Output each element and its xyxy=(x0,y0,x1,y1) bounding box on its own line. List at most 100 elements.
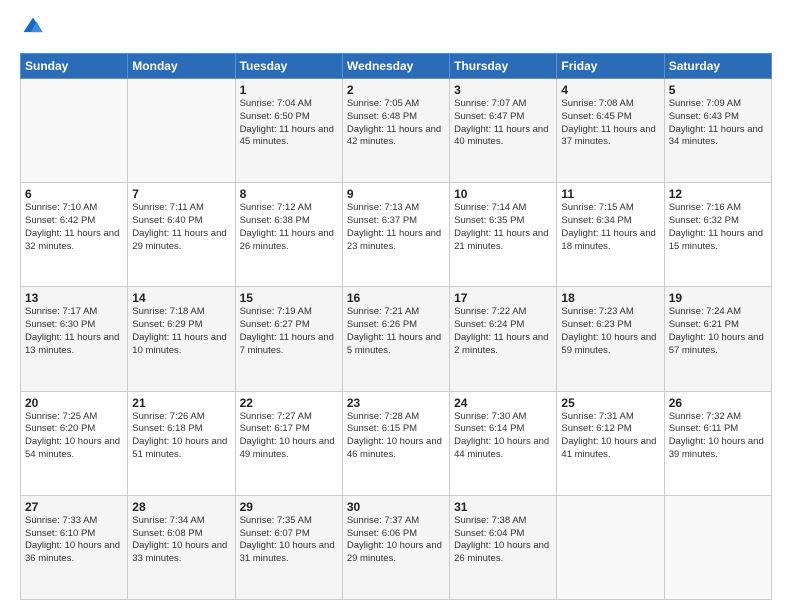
day-info: Sunrise: 7:14 AM Sunset: 6:35 PM Dayligh… xyxy=(454,202,552,253)
day-info: Sunrise: 7:12 AM Sunset: 6:38 PM Dayligh… xyxy=(240,202,338,253)
calendar-day: 7Sunrise: 7:11 AM Sunset: 6:40 PM Daylig… xyxy=(128,183,235,287)
day-number: 27 xyxy=(25,500,123,514)
day-number: 7 xyxy=(132,187,230,201)
day-number: 6 xyxy=(25,187,123,201)
day-number: 8 xyxy=(240,187,338,201)
calendar-day: 3Sunrise: 7:07 AM Sunset: 6:47 PM Daylig… xyxy=(450,79,557,183)
calendar-header-friday: Friday xyxy=(557,54,664,79)
logo xyxy=(20,16,46,43)
calendar-day: 18Sunrise: 7:23 AM Sunset: 6:23 PM Dayli… xyxy=(557,287,664,391)
calendar-day: 25Sunrise: 7:31 AM Sunset: 6:12 PM Dayli… xyxy=(557,391,664,495)
day-info: Sunrise: 7:35 AM Sunset: 6:07 PM Dayligh… xyxy=(240,515,338,566)
calendar-header-wednesday: Wednesday xyxy=(342,54,449,79)
day-number: 18 xyxy=(561,291,659,305)
day-info: Sunrise: 7:11 AM Sunset: 6:40 PM Dayligh… xyxy=(132,202,230,253)
calendar-week-1: 1Sunrise: 7:04 AM Sunset: 6:50 PM Daylig… xyxy=(21,79,772,183)
day-number: 24 xyxy=(454,396,552,410)
calendar-day: 15Sunrise: 7:19 AM Sunset: 6:27 PM Dayli… xyxy=(235,287,342,391)
day-info: Sunrise: 7:24 AM Sunset: 6:21 PM Dayligh… xyxy=(669,306,767,357)
calendar-header-thursday: Thursday xyxy=(450,54,557,79)
page: SundayMondayTuesdayWednesdayThursdayFrid… xyxy=(0,0,792,612)
day-info: Sunrise: 7:32 AM Sunset: 6:11 PM Dayligh… xyxy=(669,411,767,462)
calendar-day: 28Sunrise: 7:34 AM Sunset: 6:08 PM Dayli… xyxy=(128,495,235,599)
day-number: 26 xyxy=(669,396,767,410)
day-info: Sunrise: 7:22 AM Sunset: 6:24 PM Dayligh… xyxy=(454,306,552,357)
calendar-day: 2Sunrise: 7:05 AM Sunset: 6:48 PM Daylig… xyxy=(342,79,449,183)
calendar-table: SundayMondayTuesdayWednesdayThursdayFrid… xyxy=(20,53,772,600)
day-info: Sunrise: 7:28 AM Sunset: 6:15 PM Dayligh… xyxy=(347,411,445,462)
calendar-day: 29Sunrise: 7:35 AM Sunset: 6:07 PM Dayli… xyxy=(235,495,342,599)
day-number: 4 xyxy=(561,83,659,97)
day-info: Sunrise: 7:34 AM Sunset: 6:08 PM Dayligh… xyxy=(132,515,230,566)
calendar-day: 23Sunrise: 7:28 AM Sunset: 6:15 PM Dayli… xyxy=(342,391,449,495)
calendar-day: 5Sunrise: 7:09 AM Sunset: 6:43 PM Daylig… xyxy=(664,79,771,183)
calendar-day: 8Sunrise: 7:12 AM Sunset: 6:38 PM Daylig… xyxy=(235,183,342,287)
day-info: Sunrise: 7:10 AM Sunset: 6:42 PM Dayligh… xyxy=(25,202,123,253)
day-info: Sunrise: 7:38 AM Sunset: 6:04 PM Dayligh… xyxy=(454,515,552,566)
day-number: 5 xyxy=(669,83,767,97)
calendar-week-3: 13Sunrise: 7:17 AM Sunset: 6:30 PM Dayli… xyxy=(21,287,772,391)
day-number: 23 xyxy=(347,396,445,410)
day-number: 17 xyxy=(454,291,552,305)
day-info: Sunrise: 7:09 AM Sunset: 6:43 PM Dayligh… xyxy=(669,98,767,149)
calendar-day xyxy=(557,495,664,599)
day-info: Sunrise: 7:16 AM Sunset: 6:32 PM Dayligh… xyxy=(669,202,767,253)
calendar-day xyxy=(21,79,128,183)
calendar-day xyxy=(128,79,235,183)
day-info: Sunrise: 7:23 AM Sunset: 6:23 PM Dayligh… xyxy=(561,306,659,357)
day-info: Sunrise: 7:21 AM Sunset: 6:26 PM Dayligh… xyxy=(347,306,445,357)
calendar-header-monday: Monday xyxy=(128,54,235,79)
day-number: 30 xyxy=(347,500,445,514)
day-info: Sunrise: 7:19 AM Sunset: 6:27 PM Dayligh… xyxy=(240,306,338,357)
calendar-day: 6Sunrise: 7:10 AM Sunset: 6:42 PM Daylig… xyxy=(21,183,128,287)
day-info: Sunrise: 7:08 AM Sunset: 6:45 PM Dayligh… xyxy=(561,98,659,149)
calendar-header-row: SundayMondayTuesdayWednesdayThursdayFrid… xyxy=(21,54,772,79)
calendar-day: 27Sunrise: 7:33 AM Sunset: 6:10 PM Dayli… xyxy=(21,495,128,599)
calendar-day xyxy=(664,495,771,599)
day-info: Sunrise: 7:27 AM Sunset: 6:17 PM Dayligh… xyxy=(240,411,338,462)
calendar-header-sunday: Sunday xyxy=(21,54,128,79)
day-number: 19 xyxy=(669,291,767,305)
calendar-day: 4Sunrise: 7:08 AM Sunset: 6:45 PM Daylig… xyxy=(557,79,664,183)
day-info: Sunrise: 7:04 AM Sunset: 6:50 PM Dayligh… xyxy=(240,98,338,149)
calendar-day: 30Sunrise: 7:37 AM Sunset: 6:06 PM Dayli… xyxy=(342,495,449,599)
calendar-week-5: 27Sunrise: 7:33 AM Sunset: 6:10 PM Dayli… xyxy=(21,495,772,599)
calendar-week-2: 6Sunrise: 7:10 AM Sunset: 6:42 PM Daylig… xyxy=(21,183,772,287)
calendar-day: 11Sunrise: 7:15 AM Sunset: 6:34 PM Dayli… xyxy=(557,183,664,287)
logo-icon xyxy=(22,16,44,38)
day-info: Sunrise: 7:30 AM Sunset: 6:14 PM Dayligh… xyxy=(454,411,552,462)
day-number: 9 xyxy=(347,187,445,201)
day-number: 15 xyxy=(240,291,338,305)
day-info: Sunrise: 7:13 AM Sunset: 6:37 PM Dayligh… xyxy=(347,202,445,253)
day-number: 14 xyxy=(132,291,230,305)
calendar-day: 12Sunrise: 7:16 AM Sunset: 6:32 PM Dayli… xyxy=(664,183,771,287)
day-number: 29 xyxy=(240,500,338,514)
calendar-header-saturday: Saturday xyxy=(664,54,771,79)
day-number: 11 xyxy=(561,187,659,201)
day-info: Sunrise: 7:15 AM Sunset: 6:34 PM Dayligh… xyxy=(561,202,659,253)
calendar-day: 16Sunrise: 7:21 AM Sunset: 6:26 PM Dayli… xyxy=(342,287,449,391)
day-number: 20 xyxy=(25,396,123,410)
calendar-day: 10Sunrise: 7:14 AM Sunset: 6:35 PM Dayli… xyxy=(450,183,557,287)
calendar-day: 20Sunrise: 7:25 AM Sunset: 6:20 PM Dayli… xyxy=(21,391,128,495)
calendar-day: 22Sunrise: 7:27 AM Sunset: 6:17 PM Dayli… xyxy=(235,391,342,495)
day-info: Sunrise: 7:05 AM Sunset: 6:48 PM Dayligh… xyxy=(347,98,445,149)
calendar-day: 19Sunrise: 7:24 AM Sunset: 6:21 PM Dayli… xyxy=(664,287,771,391)
calendar-day: 1Sunrise: 7:04 AM Sunset: 6:50 PM Daylig… xyxy=(235,79,342,183)
calendar-day: 31Sunrise: 7:38 AM Sunset: 6:04 PM Dayli… xyxy=(450,495,557,599)
day-info: Sunrise: 7:37 AM Sunset: 6:06 PM Dayligh… xyxy=(347,515,445,566)
calendar-day: 17Sunrise: 7:22 AM Sunset: 6:24 PM Dayli… xyxy=(450,287,557,391)
day-info: Sunrise: 7:07 AM Sunset: 6:47 PM Dayligh… xyxy=(454,98,552,149)
day-info: Sunrise: 7:25 AM Sunset: 6:20 PM Dayligh… xyxy=(25,411,123,462)
calendar-day: 24Sunrise: 7:30 AM Sunset: 6:14 PM Dayli… xyxy=(450,391,557,495)
day-number: 1 xyxy=(240,83,338,97)
day-number: 31 xyxy=(454,500,552,514)
day-info: Sunrise: 7:33 AM Sunset: 6:10 PM Dayligh… xyxy=(25,515,123,566)
day-number: 2 xyxy=(347,83,445,97)
day-number: 22 xyxy=(240,396,338,410)
calendar-day: 9Sunrise: 7:13 AM Sunset: 6:37 PM Daylig… xyxy=(342,183,449,287)
calendar-day: 21Sunrise: 7:26 AM Sunset: 6:18 PM Dayli… xyxy=(128,391,235,495)
day-info: Sunrise: 7:18 AM Sunset: 6:29 PM Dayligh… xyxy=(132,306,230,357)
calendar-day: 26Sunrise: 7:32 AM Sunset: 6:11 PM Dayli… xyxy=(664,391,771,495)
day-number: 12 xyxy=(669,187,767,201)
